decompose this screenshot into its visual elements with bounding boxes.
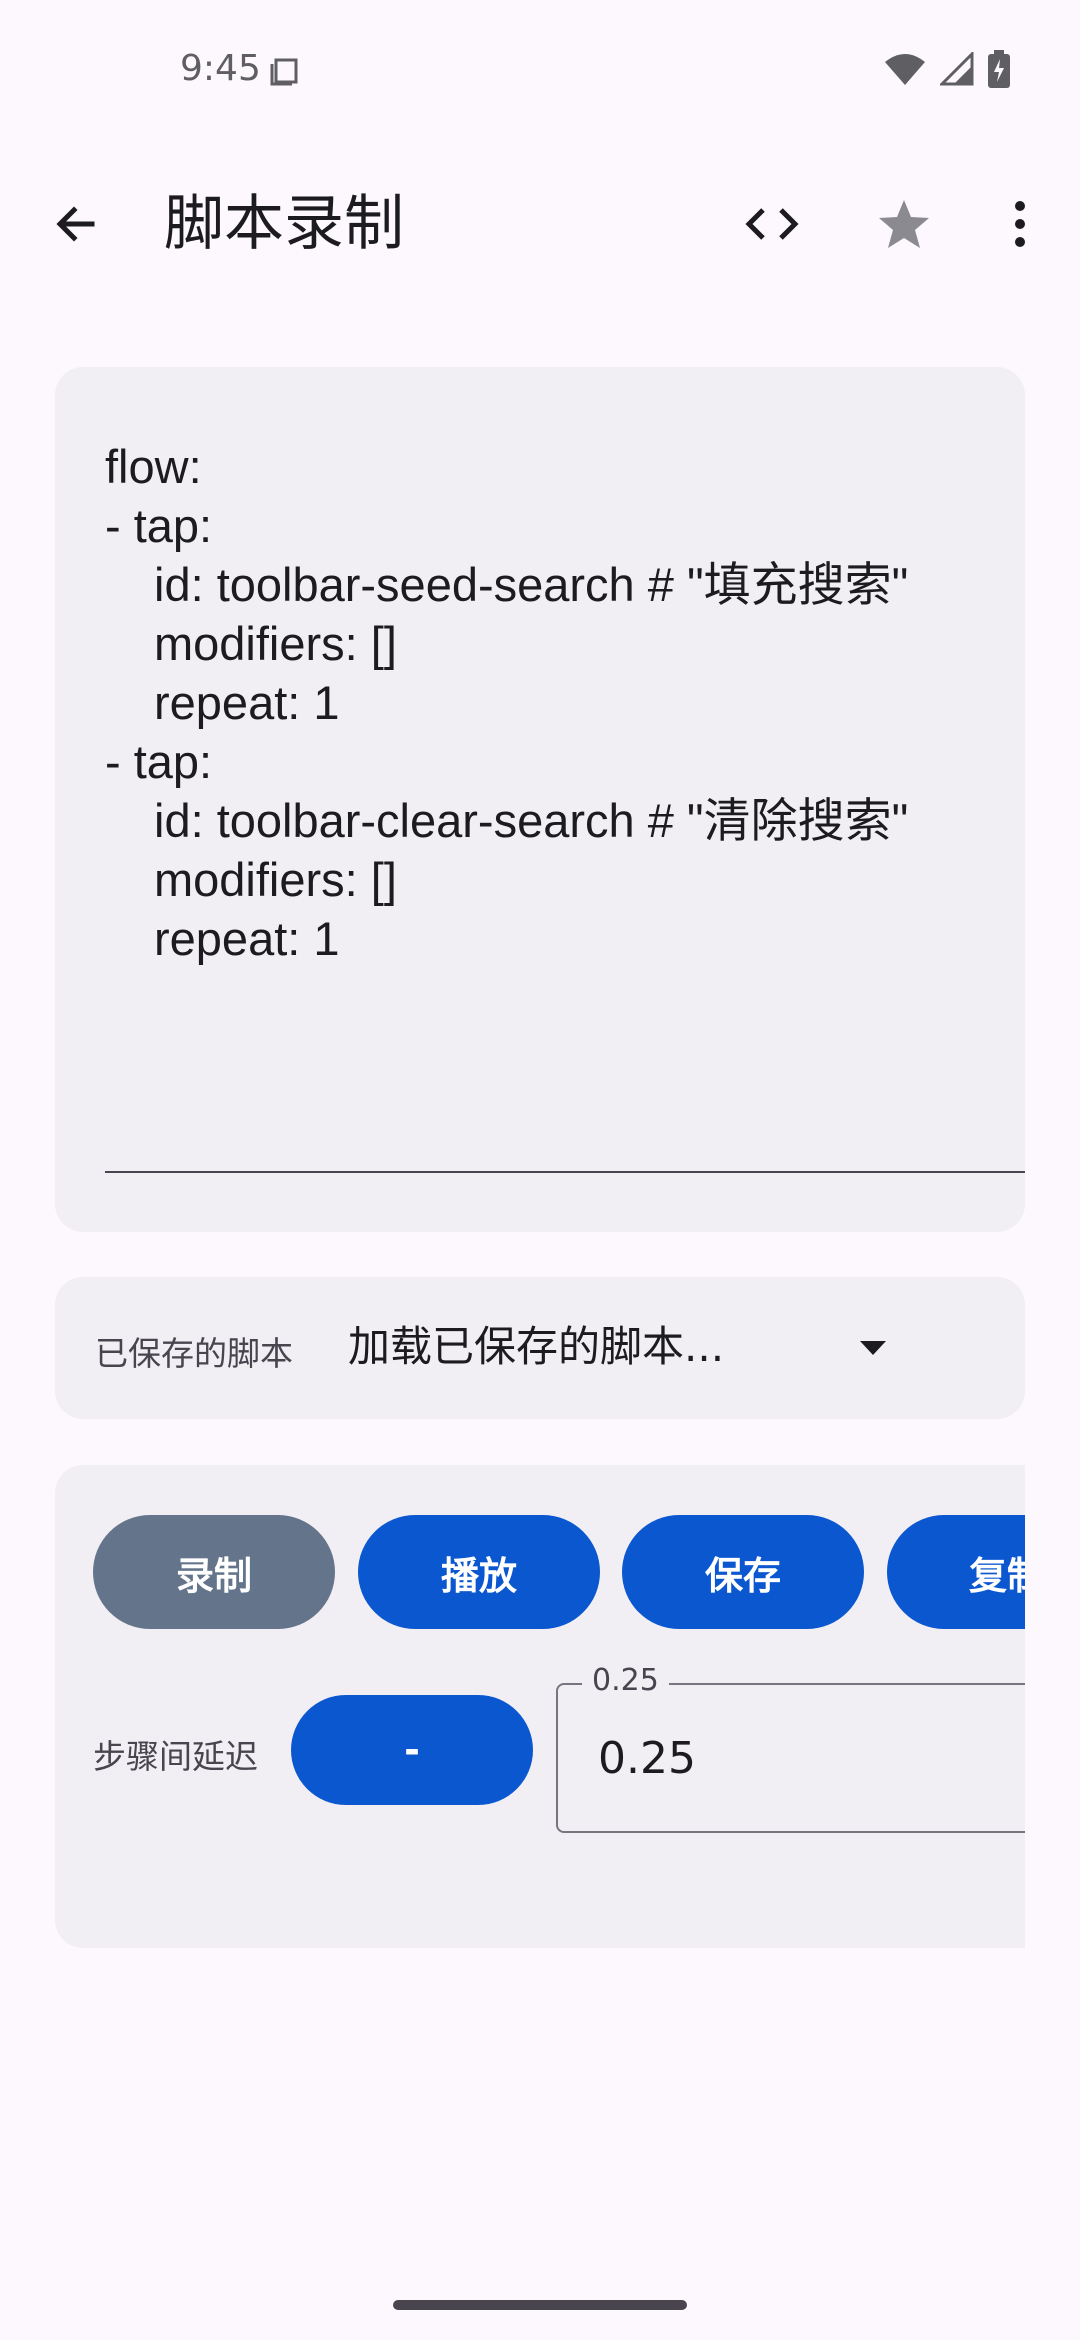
dropdown-arrow-icon xyxy=(858,1333,888,1363)
script-line: repeat: 1 xyxy=(154,912,340,965)
more-options-button[interactable] xyxy=(1000,190,1040,262)
top-app-bar: 脚本录制 xyxy=(0,170,1080,280)
editor-underline xyxy=(105,1171,1025,1173)
step-delay-label: 步骤间延迟 xyxy=(93,1737,258,1776)
script-line: id: toolbar-seed-search # "填充搜索" xyxy=(154,558,909,611)
favorite-button[interactable] xyxy=(868,190,940,262)
arrow-back-icon xyxy=(52,200,100,252)
script-line: - tap: xyxy=(105,735,213,788)
status-icons xyxy=(884,50,1010,92)
code-view-button[interactable] xyxy=(736,190,808,262)
step-delay-field-label: 0.25 xyxy=(582,1663,669,1698)
script-line: id: toolbar-clear-search # "清除搜索" xyxy=(154,794,909,847)
more-vert-icon xyxy=(1013,200,1027,252)
wifi-icon xyxy=(884,52,926,90)
save-button[interactable]: 保存 xyxy=(622,1515,864,1629)
saved-scripts-card: 已保存的脚本 加载已保存的脚本... xyxy=(55,1277,1025,1419)
notification-icon xyxy=(268,54,300,86)
gesture-navigation-bar[interactable] xyxy=(393,2300,687,2310)
playback-controls-card: 录制 播放 保存 复制 步骤间延迟 - 0.25 0.25 xyxy=(55,1465,1025,1948)
status-time: 9:45 xyxy=(180,48,261,89)
script-line: repeat: 1 xyxy=(154,676,340,729)
step-delay-field[interactable]: 0.25 0.25 xyxy=(556,1663,1025,1833)
saved-scripts-label: 已保存的脚本 xyxy=(95,1334,293,1373)
script-editor[interactable]: flow: - tap: id: toolbar-seed-search # "填充… xyxy=(55,367,1025,1232)
script-line: flow: xyxy=(105,440,202,493)
record-button[interactable]: 录制 xyxy=(93,1515,335,1629)
battery-charging-icon xyxy=(988,50,1010,92)
decrease-delay-button[interactable]: - xyxy=(291,1695,533,1805)
star-icon xyxy=(877,198,931,254)
saved-scripts-dropdown[interactable]: 加载已保存的脚本... xyxy=(348,1317,948,1377)
code-icon xyxy=(743,204,801,248)
back-button[interactable] xyxy=(40,190,112,262)
status-bar: 9:45 xyxy=(0,0,1080,140)
step-delay-input[interactable]: 0.25 xyxy=(598,1733,696,1784)
script-line: modifiers: [] xyxy=(154,617,397,670)
signal-icon xyxy=(938,50,974,90)
page-title: 脚本录制 xyxy=(164,189,404,259)
script-line: modifiers: [] xyxy=(154,853,397,906)
script-recorder-screen: 9:45 脚本录制 flow: - tap: id: toolbar-seed-… xyxy=(0,0,1080,2340)
script-line: - tap: xyxy=(105,499,213,552)
saved-scripts-selected: 加载已保存的脚本... xyxy=(348,1322,725,1371)
play-button[interactable]: 播放 xyxy=(358,1515,600,1629)
copy-button[interactable]: 复制 xyxy=(887,1515,1025,1629)
script-text-area[interactable]: flow: - tap: id: toolbar-seed-search # "填充… xyxy=(105,437,1005,968)
